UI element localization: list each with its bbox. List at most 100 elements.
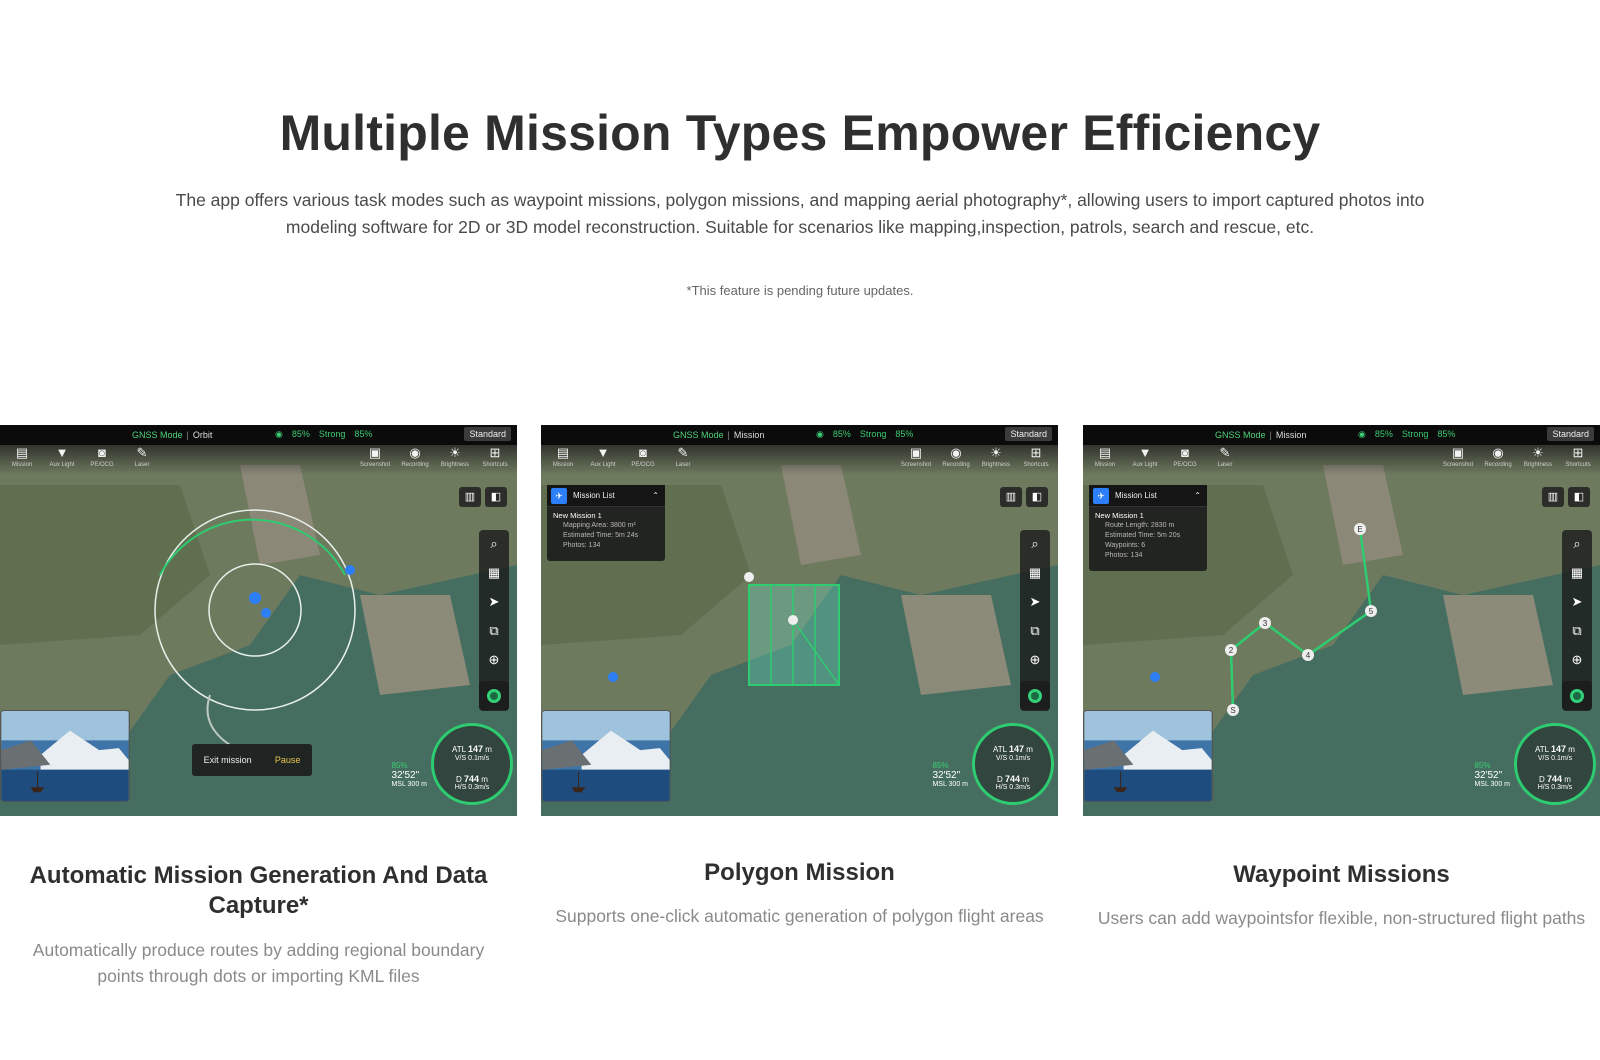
telemetry-readout: 85% 32'52" MSL 300 m bbox=[391, 761, 427, 788]
camera-thumbnail[interactable] bbox=[1083, 710, 1213, 802]
mission-detail: Estimated Time: 5m 20s bbox=[1105, 532, 1181, 539]
mission-list-panel[interactable]: ✈ Mission List ⌃ New Mission 1 Mapping Are… bbox=[547, 485, 665, 561]
battery-stat-1: 85% bbox=[832, 429, 851, 439]
aux-light-tool-button[interactable]: ▼ Aux Light bbox=[1129, 445, 1161, 475]
split-view-icon[interactable]: ▥ bbox=[1542, 487, 1564, 507]
map-layers-icon[interactable]: ▦ bbox=[1571, 563, 1583, 583]
pip-view-icon[interactable]: ◧ bbox=[485, 487, 507, 507]
shortcuts-icon: ⊞ bbox=[1572, 445, 1584, 460]
mission-icon: ▤ bbox=[1098, 445, 1112, 460]
gnss-mode-label: GNSS Mode bbox=[673, 430, 724, 440]
card-orbit: GNSS Mode | Orbit ◉ 85% Strong 85% Standar… bbox=[0, 425, 517, 986]
flight-time-readout: 32'52" bbox=[1474, 770, 1503, 781]
navigate-icon[interactable]: ➤ bbox=[1030, 592, 1041, 612]
aux-light-tool-button[interactable]: ▼ Aux Light bbox=[46, 445, 78, 475]
chevron-up-icon[interactable]: ⌃ bbox=[652, 491, 659, 500]
brightness-tool-button[interactable]: ☀ Brightness bbox=[980, 445, 1012, 475]
battery-readout: 85% bbox=[1474, 761, 1491, 770]
map-layers-icon[interactable]: ▦ bbox=[488, 563, 500, 583]
mission-tool-button[interactable]: ▤ Mission bbox=[6, 445, 38, 475]
pip-view-icon[interactable]: ◧ bbox=[1568, 487, 1590, 507]
laser-icon: ✎ bbox=[677, 445, 689, 460]
shutter-button[interactable] bbox=[1020, 681, 1050, 711]
mission-icon: ▤ bbox=[556, 445, 570, 460]
drone-icon[interactable]: ⧉ bbox=[1030, 621, 1039, 641]
aux-light-icon: ▼ bbox=[1138, 445, 1152, 460]
recording-tool-button[interactable]: ◉ Recording bbox=[1482, 445, 1514, 475]
flight-time-readout: 32'52" bbox=[932, 770, 961, 781]
waypoint-label: 4 bbox=[1306, 651, 1311, 660]
standard-mode-button[interactable]: Standard bbox=[1005, 427, 1052, 441]
navigate-icon[interactable]: ➤ bbox=[1572, 592, 1583, 612]
layout-buttons: ▥ ◧ bbox=[459, 487, 507, 507]
drone-icon[interactable]: ⧉ bbox=[489, 621, 498, 641]
pe-ocg-tool-button[interactable]: ◙ PE/OCG bbox=[86, 445, 118, 475]
mission-list-title: Mission List bbox=[1115, 491, 1157, 500]
standard-mode-button[interactable]: Standard bbox=[464, 427, 511, 441]
recording-tool-button[interactable]: ◉ Recording bbox=[399, 445, 431, 475]
shortcuts-tool-button[interactable]: ⊞ Shortcuts bbox=[1020, 445, 1052, 475]
search-icon[interactable]: ⌕ bbox=[1573, 534, 1580, 554]
pip-view-icon[interactable]: ◧ bbox=[1026, 487, 1048, 507]
drone-icon[interactable]: ⧉ bbox=[1572, 621, 1581, 641]
mission-list-title: Mission List bbox=[573, 491, 615, 500]
pe-ocg-tool-button[interactable]: ◙ PE/OCG bbox=[1169, 445, 1201, 475]
shutter-button[interactable] bbox=[479, 681, 509, 711]
flight-mode-label: Mission bbox=[1275, 430, 1307, 440]
mission-tool-button[interactable]: ▤ Mission bbox=[547, 445, 579, 475]
card-description: Automatically produce routes by adding r… bbox=[32, 940, 485, 986]
locate-icon[interactable]: ⊕ bbox=[489, 650, 500, 670]
screenshot-tool-button[interactable]: ▣ Screenshot bbox=[900, 445, 932, 475]
brightness-tool-button[interactable]: ☀ Brightness bbox=[439, 445, 471, 475]
laser-tool-button[interactable]: ✎ Laser bbox=[667, 445, 699, 475]
mission-list-panel[interactable]: ✈ Mission List ⌃ New Mission 1 Route Lengt… bbox=[1089, 485, 1207, 571]
card-title: Automatic Mission Generation And Data Ca… bbox=[29, 862, 488, 919]
pause-button[interactable]: Pause bbox=[275, 755, 301, 765]
battery-readout: 85% bbox=[391, 761, 408, 770]
exit-mission-button[interactable]: Exit mission bbox=[204, 755, 252, 765]
mission-detail: Mapping Area: 3800 m² bbox=[563, 522, 636, 529]
card-title: Polygon Mission bbox=[704, 859, 895, 886]
status-bar: GNSS Mode | Mission ◉ 85% Strong 85% Stand… bbox=[1083, 425, 1600, 445]
split-view-icon[interactable]: ▥ bbox=[459, 487, 481, 507]
laser-tool-button[interactable]: ✎ Laser bbox=[1209, 445, 1241, 475]
recording-tool-button[interactable]: ◉ Recording bbox=[940, 445, 972, 475]
mission-tool-button[interactable]: ▤ Mission bbox=[1089, 445, 1121, 475]
vehicle-icon: ◙ bbox=[639, 445, 647, 460]
laser-tool-button[interactable]: ✎ Laser bbox=[126, 445, 158, 475]
locate-icon[interactable]: ⊕ bbox=[1572, 650, 1583, 670]
chevron-up-icon[interactable]: ⌃ bbox=[1194, 491, 1201, 500]
shortcuts-tool-button[interactable]: ⊞ Shortcuts bbox=[479, 445, 511, 475]
app-screenshot: GNSS Mode | Orbit ◉ 85% Strong 85% Standar… bbox=[0, 425, 517, 816]
shortcuts-tool-button[interactable]: ⊞ Shortcuts bbox=[1562, 445, 1594, 475]
wifi-icon: ◉ bbox=[275, 429, 283, 439]
pe-ocg-tool-button[interactable]: ◙ PE/OCG bbox=[627, 445, 659, 475]
shutter-button[interactable] bbox=[1562, 681, 1592, 711]
wifi-icon: ◉ bbox=[816, 429, 824, 439]
screenshot-icon: ▣ bbox=[1451, 445, 1465, 460]
camera-thumbnail[interactable] bbox=[541, 710, 671, 802]
flight-mode-label: Orbit bbox=[192, 430, 213, 440]
locate-icon[interactable]: ⊕ bbox=[1030, 650, 1041, 670]
waypoint-label: 3 bbox=[1263, 619, 1268, 628]
aux-light-icon: ▼ bbox=[596, 445, 610, 460]
screenshot-tool-button[interactable]: ▣ Screenshot bbox=[1442, 445, 1474, 475]
split-view-icon[interactable]: ▥ bbox=[1000, 487, 1022, 507]
map-layers-icon[interactable]: ▦ bbox=[1029, 563, 1041, 583]
search-icon[interactable]: ⌕ bbox=[490, 534, 497, 554]
navigate-icon[interactable]: ➤ bbox=[489, 592, 500, 612]
card-waypoint: S 2 3 4 5 E GNSS Mode | Mission ◉ 85% Stro… bbox=[1083, 425, 1600, 928]
camera-thumbnail[interactable] bbox=[0, 710, 130, 802]
aux-light-tool-button[interactable]: ▼ Aux Light bbox=[587, 445, 619, 475]
screenshot-tool-button[interactable]: ▣ Screenshot bbox=[359, 445, 391, 475]
screenshot-icon: ▣ bbox=[368, 445, 382, 460]
app-screenshot: GNSS Mode | Mission ◉ 85% Strong 85% Stand… bbox=[541, 425, 1058, 816]
mission-detail: Waypoints: 6 bbox=[1105, 542, 1146, 549]
search-icon[interactable]: ⌕ bbox=[1031, 534, 1038, 554]
battery-stat-2: 85% bbox=[895, 429, 914, 439]
standard-mode-button[interactable]: Standard bbox=[1547, 427, 1594, 441]
flight-time-readout: 32'52" bbox=[391, 770, 420, 781]
brightness-tool-button[interactable]: ☀ Brightness bbox=[1522, 445, 1554, 475]
altitude-gauge: ATL 147 m V/S 0.1m/s D 744 m H/S 0.3m/s bbox=[1514, 723, 1596, 805]
card-description: Supports one-click automatic generation … bbox=[555, 906, 1044, 926]
